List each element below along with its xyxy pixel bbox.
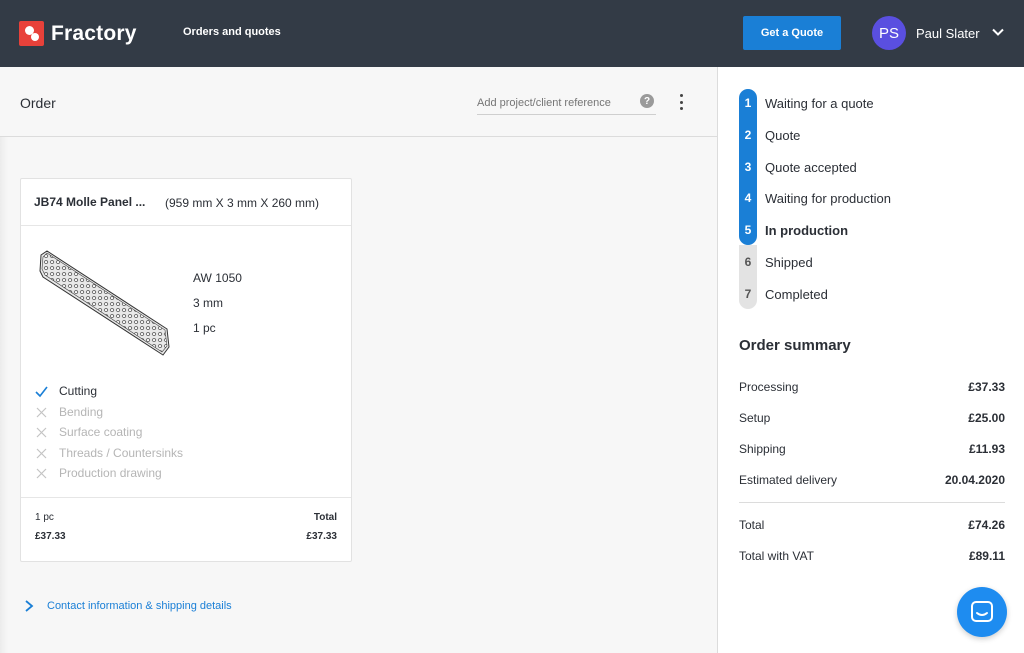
status-step-6: 6 Shipped bbox=[744, 254, 813, 270]
cross-icon bbox=[36, 468, 47, 478]
avatar[interactable]: PS bbox=[872, 16, 906, 50]
status-step-1: 1 Waiting for a quote bbox=[744, 95, 874, 111]
nav-orders-and-quotes[interactable]: Orders and quotes bbox=[183, 26, 281, 38]
process-production-drawing: Production drawing bbox=[35, 466, 162, 480]
order-summary-title: Order summary bbox=[739, 337, 851, 354]
summary-row-shipping: Shipping £11.93 bbox=[739, 442, 1005, 456]
summary-divider bbox=[739, 502, 1005, 503]
process-threads-countersinks: Threads / Countersinks bbox=[35, 446, 183, 460]
card-divider bbox=[21, 497, 351, 498]
footer-total: £37.33 bbox=[306, 531, 337, 542]
part-card[interactable]: JB74 Molle Panel ... (959 mm X 3 mm X 26… bbox=[20, 178, 352, 562]
summary-row-total: Total £74.26 bbox=[739, 518, 1005, 532]
part-card-header: JB74 Molle Panel ... (959 mm X 3 mm X 26… bbox=[21, 179, 351, 226]
footer-quantity: 1 pc bbox=[35, 512, 54, 523]
part-name: JB74 Molle Panel ... bbox=[34, 195, 146, 209]
summary-row-setup: Setup £25.00 bbox=[739, 411, 1005, 425]
footer-total-label: Total bbox=[313, 512, 337, 523]
cross-icon bbox=[36, 448, 47, 458]
project-reference-input[interactable] bbox=[477, 91, 656, 115]
summary-row-processing: Processing £37.33 bbox=[739, 380, 1005, 394]
part-material: AW 1050 bbox=[193, 271, 242, 285]
cross-icon bbox=[36, 407, 47, 417]
summary-row-estimated-delivery: Estimated delivery 20.04.2020 bbox=[739, 473, 1005, 487]
check-icon bbox=[35, 386, 48, 397]
chevron-down-icon[interactable] bbox=[991, 25, 1005, 39]
fractory-logo-icon bbox=[19, 21, 44, 46]
status-step-3: 3 Quote accepted bbox=[744, 159, 857, 175]
order-header: Order ? bbox=[0, 67, 717, 137]
chat-launcher-button[interactable] bbox=[957, 587, 1007, 637]
process-surface-coating: Surface coating bbox=[35, 425, 142, 439]
part-thickness: 3 mm bbox=[193, 296, 223, 310]
page-title: Order bbox=[20, 95, 56, 111]
contact-shipping-link[interactable]: Contact information & shipping details bbox=[24, 600, 232, 612]
order-status-panel: 1 Waiting for a quote 2 Quote 3 Quote ac… bbox=[717, 67, 1024, 653]
part-preview-image bbox=[39, 250, 170, 356]
status-step-4: 4 Waiting for production bbox=[744, 190, 891, 206]
brand-logo[interactable]: Fractory bbox=[19, 21, 137, 46]
footer-unit-price: £37.33 bbox=[35, 531, 66, 542]
chat-icon bbox=[971, 601, 993, 622]
status-step-7: 7 Completed bbox=[744, 286, 828, 302]
process-cutting: Cutting bbox=[35, 384, 97, 398]
top-bar: Fractory Orders and quotes Get a Quote P… bbox=[0, 0, 1024, 67]
part-quantity: 1 pc bbox=[193, 321, 216, 335]
brand-name: Fractory bbox=[51, 21, 137, 45]
status-step-5: 5 In production bbox=[744, 222, 849, 238]
user-name[interactable]: Paul Slater bbox=[916, 26, 980, 41]
chevron-right-icon bbox=[25, 600, 34, 612]
help-icon[interactable]: ? bbox=[640, 94, 654, 108]
summary-row-total-with-vat: Total with VAT £89.11 bbox=[739, 549, 1005, 563]
cross-icon bbox=[36, 427, 47, 437]
status-step-2: 2 Quote bbox=[744, 127, 801, 143]
part-dimensions: (959 mm X 3 mm X 260 mm) bbox=[165, 196, 320, 210]
process-bending: Bending bbox=[35, 405, 103, 419]
more-options-icon[interactable] bbox=[676, 94, 686, 110]
left-edge-shade bbox=[0, 137, 8, 653]
get-quote-button[interactable]: Get a Quote bbox=[743, 16, 841, 50]
